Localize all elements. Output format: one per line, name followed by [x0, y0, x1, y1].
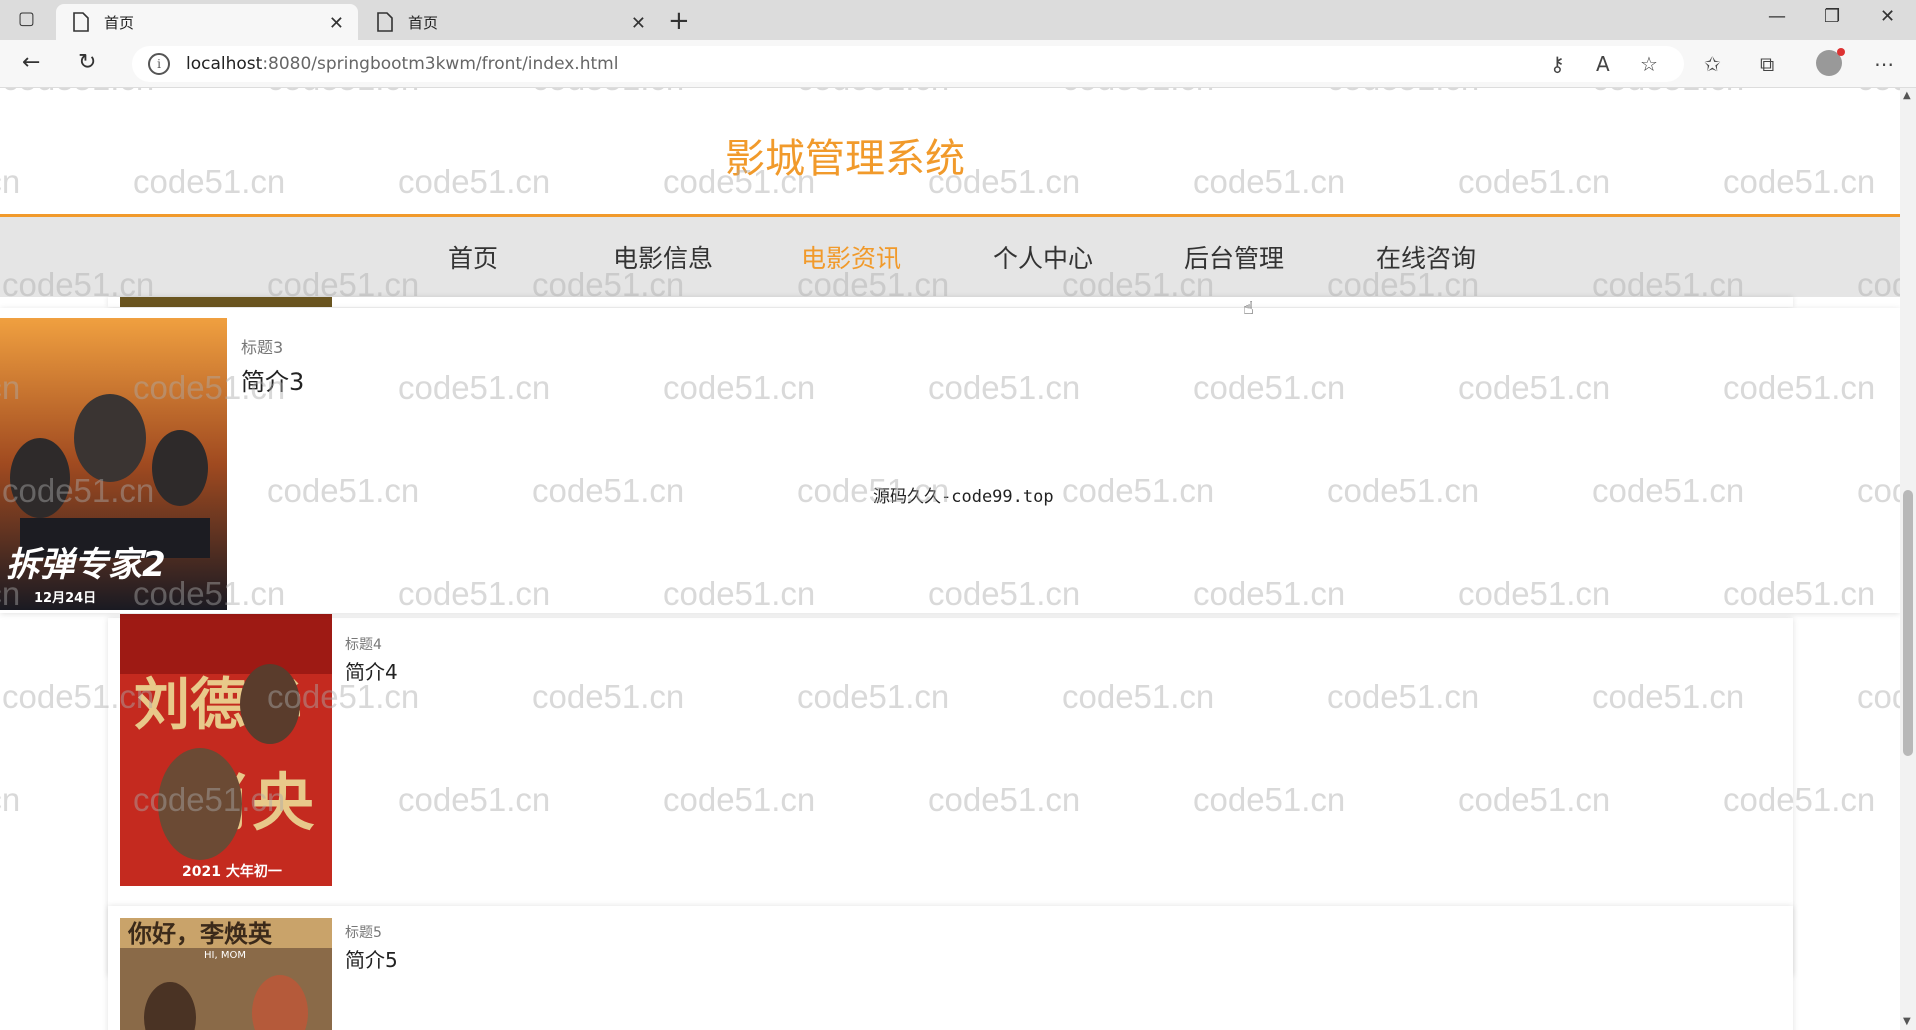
close-tab-icon[interactable]: ✕	[329, 13, 344, 34]
watermark-text: code51.cn	[532, 88, 684, 98]
page-icon	[377, 12, 393, 32]
minimize-button[interactable]: —	[1768, 6, 1786, 27]
watermark-text: code51.cn	[2, 88, 154, 98]
news-desc: 简介4	[345, 660, 398, 684]
watermark-text: code51.cn	[1592, 88, 1744, 98]
tab-title: 首页	[104, 13, 135, 32]
scroll-up-icon[interactable]: ▲	[1903, 90, 1911, 101]
profile-avatar[interactable]	[1816, 48, 1845, 76]
menu-item-movies[interactable]: 电影信息	[613, 239, 713, 275]
news-title[interactable]: 标题3	[241, 334, 283, 358]
news-poster-image[interactable]: 你好，李焕英 HI, MOM	[120, 918, 332, 1030]
url-text: localhost:8080/springbootm3kwm/front/ind…	[186, 54, 618, 74]
hand-cursor-icon: ☝	[1243, 298, 1254, 319]
menu-item-admin[interactable]: 后台管理	[1184, 239, 1284, 275]
news-desc: 简介3	[241, 368, 305, 396]
news-poster-partial	[120, 297, 332, 307]
page-content: 影城管理系统 首页 电影信息 电影资讯 个人中心 后台管理 在线咨询 刘德华 肖…	[0, 88, 1900, 1030]
url-host: localhost	[186, 54, 263, 74]
browser-tab-bar: ▢ 首页 ✕ 首页 ✕ + — ❐ ✕	[0, 0, 1916, 40]
news-poster-image[interactable]: 刘德华 肖央 2021 大年初一	[120, 614, 332, 886]
menu-item-consult[interactable]: 在线咨询	[1376, 239, 1476, 275]
news-desc: 简介5	[345, 948, 398, 972]
poster-title-text: 拆弹专家2	[6, 545, 166, 585]
news-poster-image[interactable]: 拆弹专家2 12月24日	[0, 318, 227, 610]
more-icon[interactable]: ⋯	[1874, 52, 1894, 76]
menu-item-news[interactable]: 电影资讯	[801, 239, 901, 275]
url-path: :8080/springbootm3kwm/front/index.html	[262, 54, 619, 74]
watermark-text: code51.cn	[797, 88, 949, 98]
back-button[interactable]: ←	[22, 50, 40, 75]
reload-button[interactable]: ↻	[78, 50, 96, 75]
tab-title: 首页	[408, 13, 439, 32]
news-title[interactable]: 标题4	[345, 634, 382, 654]
news-title[interactable]: 标题5	[345, 922, 382, 942]
page-scrollbar[interactable]: ▲ ▼	[1900, 88, 1916, 1030]
sidebar-toggle-icon[interactable]: ▢	[18, 8, 35, 29]
news-card-hovered[interactable]: 拆弹专家2 12月24日 标题3 简介3 源码久久-code99.top	[0, 308, 1900, 613]
news-card-partial[interactable]	[108, 297, 1793, 307]
menu-item-home[interactable]: 首页	[448, 239, 498, 275]
watermark-text: code51.cn	[1327, 88, 1479, 98]
close-tab-icon[interactable]: ✕	[631, 13, 646, 34]
browser-tab-1[interactable]: 首页 ✕	[56, 4, 358, 40]
collections-icon[interactable]: ⧉	[1760, 52, 1774, 76]
watermark-text: code51.cn	[1857, 88, 1900, 98]
new-tab-button[interactable]: +	[668, 6, 690, 36]
address-bar-row: ← ↻ i localhost:8080/springbootm3kwm/fro…	[0, 40, 1916, 88]
poster-sub-text: HI, MOM	[204, 950, 246, 961]
main-menu: 首页 电影信息 电影资讯 个人中心 后台管理 在线咨询	[0, 217, 1900, 297]
poster-title-text: 你好，李焕英	[127, 920, 273, 948]
favorites-icon[interactable]: ✩	[1704, 52, 1721, 76]
key-icon[interactable]: ⚷	[1550, 52, 1565, 76]
site-title: 影城管理系统	[725, 136, 965, 182]
page-icon	[73, 12, 89, 32]
watermark-text: code51.cn	[1723, 163, 1876, 200]
site-info-icon[interactable]: i	[148, 53, 170, 75]
news-card[interactable]: 你好，李焕英 HI, MOM 标题5 简介5	[108, 906, 1793, 1030]
watermark-text: code51.cn	[267, 88, 419, 98]
watermark-text: code51.cn	[0, 781, 21, 818]
menu-item-profile[interactable]: 个人中心	[993, 239, 1093, 275]
add-favorite-icon[interactable]: ☆	[1640, 52, 1658, 76]
scrollbar-thumb[interactable]	[1903, 490, 1913, 756]
read-aloud-icon[interactable]: A	[1596, 52, 1610, 76]
source-watermark-text: 源码久久-code99.top	[873, 487, 1054, 507]
close-window-button[interactable]: ✕	[1880, 6, 1895, 27]
browser-tab-2[interactable]: 首页 ✕	[360, 4, 660, 40]
poster-caption: 2021 大年初一	[182, 863, 282, 880]
poster-date-text: 12月24日	[34, 591, 96, 606]
watermark-text: code51.cn	[1062, 88, 1214, 98]
url-input[interactable]: i localhost:8080/springbootm3kwm/front/i…	[132, 46, 1684, 82]
scroll-down-icon[interactable]: ▼	[1903, 1016, 1911, 1027]
restore-button[interactable]: ❐	[1824, 6, 1840, 27]
watermark-text: code51.cn	[1857, 678, 1900, 715]
